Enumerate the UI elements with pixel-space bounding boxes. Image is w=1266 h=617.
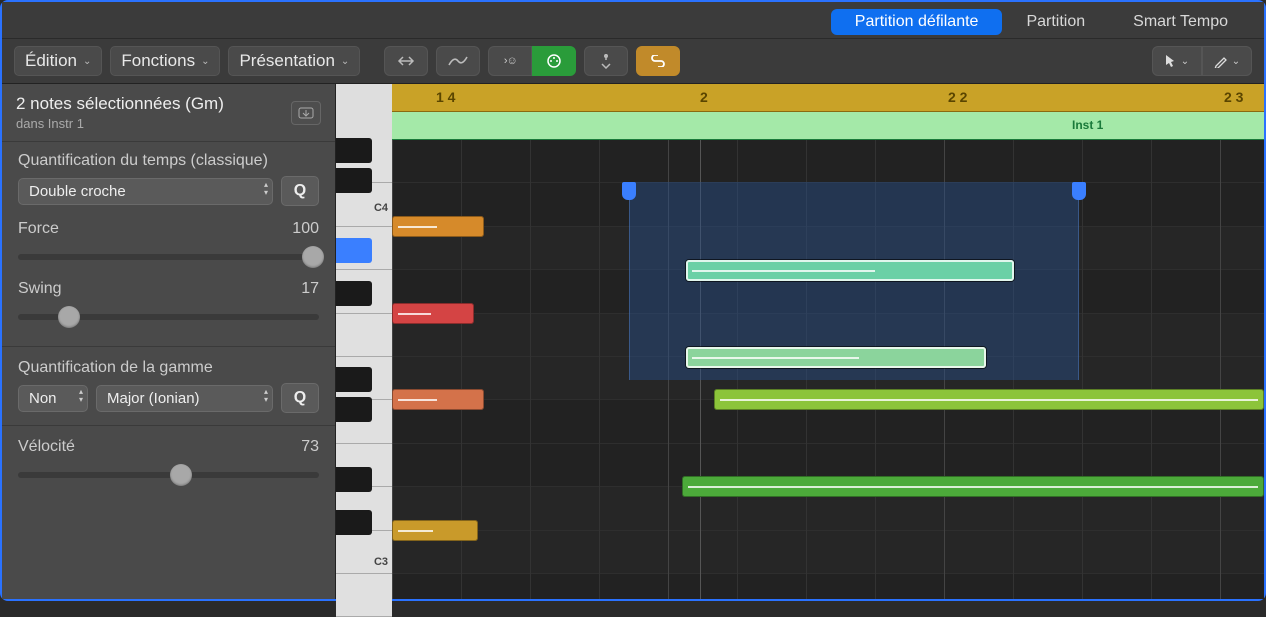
midi-note[interactable]: [392, 520, 478, 541]
tab-smart-tempo[interactable]: Smart Tempo: [1109, 9, 1252, 35]
chevron-down-icon: ⌄: [1181, 56, 1189, 67]
velocity-slider[interactable]: [18, 472, 319, 478]
strength-label: Force: [18, 220, 59, 238]
midi-note[interactable]: [686, 260, 1014, 281]
slider-thumb[interactable]: [58, 306, 80, 328]
piano-keyboard[interactable]: C4C3: [336, 84, 392, 599]
scale-quantize-label: Quantification de la gamme: [18, 359, 213, 377]
stepper-arrows-icon: ▴▾: [264, 181, 268, 197]
time-quantize-select[interactable]: Double croche ▴▾: [18, 178, 273, 205]
midi-out-icon-button[interactable]: ›☺: [488, 46, 532, 76]
chevron-down-icon: ⌄: [201, 56, 209, 67]
functions-menu[interactable]: Fonctions ⌄: [110, 46, 220, 76]
catch-icon-button[interactable]: [584, 46, 628, 76]
midi-note[interactable]: [392, 216, 484, 237]
tab-score[interactable]: Partition: [1002, 9, 1109, 35]
slider-thumb[interactable]: [170, 464, 192, 486]
ruler-mark: 2 3: [1224, 89, 1243, 105]
strength-value: 100: [292, 220, 319, 238]
piano-black-key[interactable]: [336, 238, 372, 263]
pointer-tool[interactable]: ⌄: [1152, 46, 1202, 76]
piano-black-key[interactable]: [336, 168, 372, 193]
velocity-label: Vélocité: [18, 438, 75, 456]
view-menu[interactable]: Présentation ⌄: [228, 46, 360, 76]
midi-note[interactable]: [682, 476, 1264, 497]
chevron-down-icon: ⌄: [1232, 56, 1240, 67]
strength-slider[interactable]: [18, 254, 319, 260]
collapse-icon-button[interactable]: [384, 46, 428, 76]
scale-quantize-on-select[interactable]: Non ▴▾: [18, 385, 88, 412]
scale-quantize-now-button[interactable]: Q: [281, 383, 319, 413]
slider-thumb[interactable]: [302, 246, 324, 268]
piano-black-key[interactable]: [336, 281, 372, 306]
scale-on-value: Non: [29, 390, 57, 407]
piano-black-key[interactable]: [336, 397, 372, 422]
region-header[interactable]: Inst 1: [392, 112, 1264, 140]
quantize-now-button[interactable]: Q: [281, 176, 319, 206]
ruler-mark: 2 2: [948, 89, 967, 105]
stepper-arrows-icon: ▴▾: [79, 388, 83, 404]
midi-note[interactable]: [686, 347, 986, 368]
ruler-mark: 2: [700, 89, 708, 105]
velocity-value: 73: [301, 438, 319, 456]
key-label-c3: C3: [374, 556, 388, 597]
time-quantize-label: Quantification du temps (classique): [18, 152, 268, 170]
midi-in-icon-button[interactable]: [532, 46, 576, 76]
edit-menu[interactable]: Édition ⌄: [14, 46, 102, 76]
edit-menu-label: Édition: [25, 51, 77, 71]
automation-icon-button[interactable]: [436, 46, 480, 76]
tab-piano-roll[interactable]: Partition défilante: [831, 9, 1003, 35]
timeline-ruler[interactable]: 1 4 2 2 2 2 3: [392, 84, 1264, 112]
selection-handle[interactable]: [1072, 182, 1086, 200]
piano-black-key[interactable]: [336, 367, 372, 392]
piano-black-key[interactable]: [336, 467, 372, 492]
midi-note[interactable]: [714, 389, 1264, 410]
midi-note[interactable]: [392, 389, 484, 410]
chevron-down-icon: ⌄: [341, 56, 349, 67]
piano-black-key[interactable]: [336, 138, 372, 163]
scale-mode-select[interactable]: Major (Ionian) ▴▾: [96, 385, 273, 412]
catch-playhead-button[interactable]: [291, 101, 321, 125]
ruler-mark: 1 4: [436, 89, 455, 105]
selection-subtitle: dans Instr 1: [16, 116, 224, 131]
chevron-down-icon: ⌄: [83, 56, 91, 67]
scale-mode-value: Major (Ionian): [107, 390, 200, 407]
key-label-c4: C4: [374, 202, 388, 597]
stepper-arrows-icon: ▴▾: [264, 388, 268, 404]
swing-slider[interactable]: [18, 314, 319, 320]
region-name: Inst 1: [1072, 118, 1103, 132]
pencil-tool[interactable]: ⌄: [1202, 46, 1252, 76]
link-icon-button[interactable]: [636, 46, 680, 76]
selection-handle[interactable]: [622, 182, 636, 200]
piano-black-key[interactable]: [336, 510, 372, 535]
swing-label: Swing: [18, 280, 62, 298]
time-quantize-value: Double croche: [29, 183, 126, 200]
selection-title: 2 notes sélectionnées (Gm): [16, 94, 224, 114]
view-menu-label: Présentation: [239, 51, 334, 71]
functions-menu-label: Fonctions: [121, 51, 195, 71]
inspector-panel: 2 notes sélectionnées (Gm) dans Instr 1 …: [2, 84, 336, 599]
piano-roll-grid[interactable]: 1 4 2 2 2 2 3 Inst 1: [392, 84, 1264, 599]
midi-note[interactable]: [392, 303, 474, 324]
swing-value: 17: [301, 280, 319, 298]
